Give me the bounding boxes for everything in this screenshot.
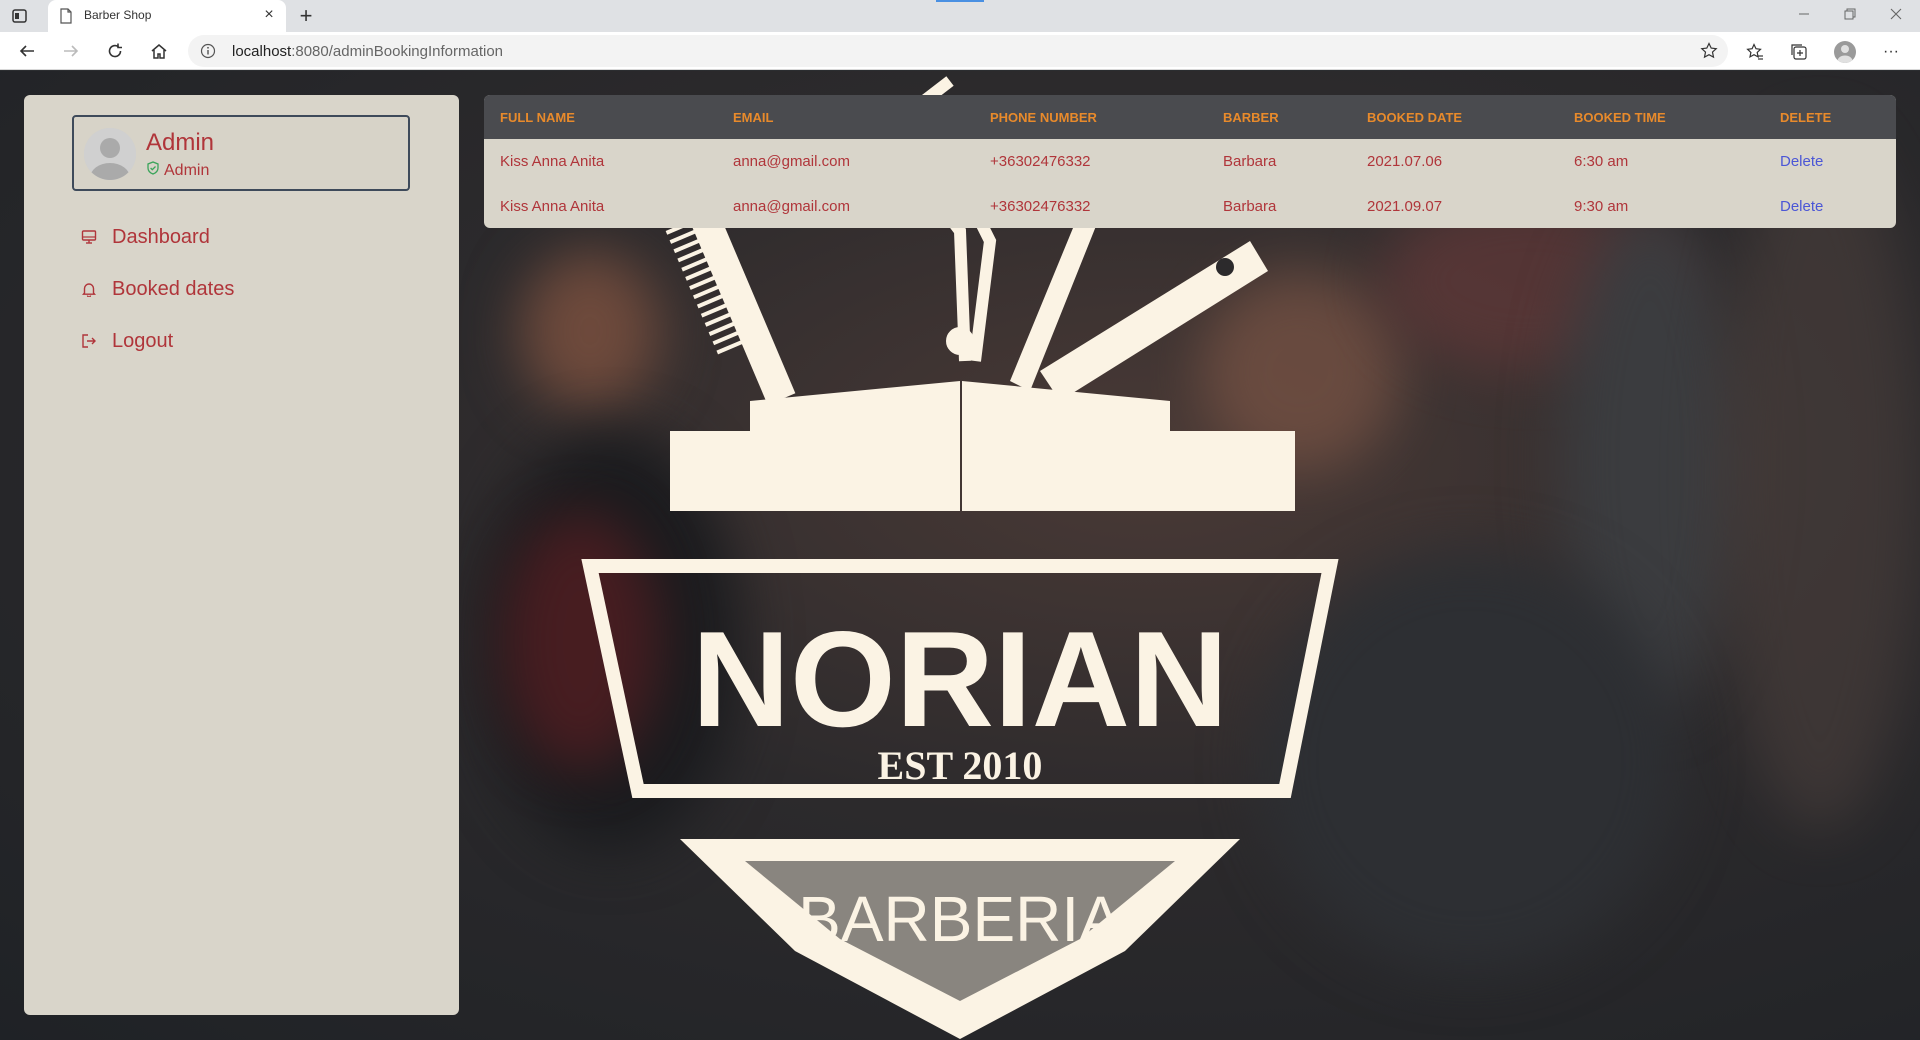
forward-icon[interactable] (58, 38, 84, 64)
url-text[interactable]: localhost:8080/adminBookingInformation (232, 43, 503, 60)
sidebar-item-label: Logout (112, 329, 174, 352)
cell-full-name: Kiss Anna Anita (500, 198, 605, 215)
add-favorite-icon[interactable] (1700, 42, 1718, 60)
more-options-icon[interactable]: ··· (1878, 39, 1904, 65)
cell-booked-time: 6:30 am (1574, 153, 1629, 170)
monitor-icon (80, 228, 98, 246)
avatar (84, 128, 136, 180)
cell-booked-time: 9:30 am (1574, 198, 1629, 215)
table-row: Kiss Anna Anita anna@gmail.com +36302476… (484, 139, 1896, 184)
cell-phone: +36302476332 (990, 153, 1091, 170)
url-host: localhost (232, 43, 292, 60)
booking-table: FULL NAME EMAIL PHONE NUMBER BARBER BOOK… (484, 95, 1896, 228)
delete-link[interactable]: Delete (1764, 184, 1896, 228)
column-header-phone: PHONE NUMBER (990, 109, 1097, 125)
collections-icon[interactable] (1786, 39, 1812, 65)
admin-sidebar: Admin Admin Dashboard Booked dates Logou… (24, 95, 459, 1015)
logo-subtitle: BARBERIA (798, 883, 1122, 955)
column-header-booked-time: BOOKED TIME (1574, 109, 1666, 125)
table-row: Kiss Anna Anita anna@gmail.com +36302476… (484, 184, 1896, 228)
delete-link[interactable]: Delete (1764, 139, 1896, 184)
restore-icon[interactable] (1838, 4, 1862, 26)
site-info-icon[interactable] (200, 43, 216, 59)
favorites-icon[interactable] (1742, 39, 1768, 65)
cell-booked-date: 2021.09.07 (1367, 198, 1443, 215)
cell-email: anna@gmail.com (733, 153, 850, 170)
sidebar-item-label: Booked dates (112, 277, 235, 300)
background-photo-blur (1720, 131, 1920, 831)
sidebar-menu: Dashboard Booked dates Logout (80, 211, 234, 367)
back-icon[interactable] (14, 38, 40, 64)
profile-icon[interactable] (1832, 39, 1858, 65)
logout-icon (80, 332, 98, 350)
column-header-full-name: FULL NAME (500, 109, 575, 125)
close-window-icon[interactable] (1884, 4, 1908, 26)
refresh-icon[interactable] (102, 38, 128, 64)
profile-role: Admin (164, 161, 210, 179)
window-accent-line (936, 0, 984, 2)
column-header-barber: BARBER (1223, 109, 1279, 125)
page-icon (58, 8, 74, 24)
sidebar-item-booked-dates[interactable]: Booked dates (80, 263, 234, 315)
cell-booked-date: 2021.07.06 (1367, 153, 1443, 170)
new-tab-button[interactable]: + (294, 4, 318, 28)
tab-close-icon[interactable]: × (260, 6, 278, 24)
tab-actions-icon[interactable] (10, 7, 30, 25)
shield-check-icon (146, 161, 160, 180)
cell-full-name: Kiss Anna Anita (500, 153, 605, 170)
tab-title: Barber Shop (84, 8, 152, 22)
column-header-delete: DELETE (1780, 109, 1832, 125)
column-header-email: EMAIL (733, 109, 774, 125)
booking-table-card: FULL NAME EMAIL PHONE NUMBER BARBER BOOK… (484, 95, 1896, 228)
page-content: NORIAN EST 2010 BARBERIA Admin Admin Das… (0, 71, 1920, 1040)
logo-title: NORIAN (692, 603, 1228, 755)
cell-email: anna@gmail.com (733, 198, 850, 215)
sidebar-item-dashboard[interactable]: Dashboard (80, 211, 234, 263)
url-path: :8080/adminBookingInformation (291, 43, 504, 60)
address-bar[interactable]: localhost:8080/adminBookingInformation (188, 35, 1728, 67)
profile-name: Admin (146, 129, 215, 156)
browser-toolbar: localhost:8080/adminBookingInformation ·… (0, 32, 1920, 70)
bell-icon (80, 280, 98, 298)
profile-role-row: Admin (146, 161, 209, 180)
browser-tab-bar: Barber Shop × + (0, 0, 1920, 32)
cell-barber: Barbara (1223, 198, 1277, 215)
table-header-row: FULL NAME EMAIL PHONE NUMBER BARBER BOOK… (484, 95, 1896, 139)
minimize-icon[interactable] (1792, 4, 1816, 26)
cell-phone: +36302476332 (990, 198, 1091, 215)
razor-icon (1010, 211, 1268, 401)
browser-tab[interactable]: Barber Shop × (48, 0, 286, 32)
cell-barber: Barbara (1223, 153, 1277, 170)
ribbon-banner (670, 381, 1295, 511)
profile-card: Admin Admin (72, 115, 410, 191)
column-header-booked-date: BOOKED DATE (1367, 109, 1463, 125)
sidebar-item-logout[interactable]: Logout (80, 315, 234, 367)
logo-established: EST 2010 (878, 743, 1043, 788)
home-icon[interactable] (146, 38, 172, 64)
sidebar-item-label: Dashboard (112, 225, 210, 248)
